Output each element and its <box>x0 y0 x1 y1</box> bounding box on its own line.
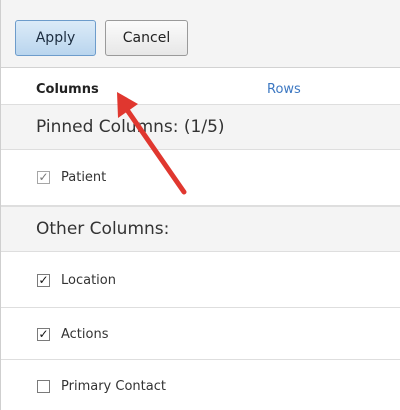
patient-label: Patient <box>61 170 107 185</box>
tab-bar: Columns Rows <box>1 68 400 104</box>
primary-contact-checkbox[interactable] <box>37 380 50 393</box>
column-chooser-panel: Apply Cancel Columns Rows Pinned Columns… <box>0 0 400 410</box>
column-row-location[interactable]: ✓ Location <box>1 252 400 308</box>
patient-checkbox[interactable]: ✓ <box>37 171 50 184</box>
tab-columns[interactable]: Columns <box>36 82 99 97</box>
location-label: Location <box>61 273 116 288</box>
column-row-actions[interactable]: ✓ Actions <box>1 308 400 360</box>
apply-button[interactable]: Apply <box>15 20 96 56</box>
primary-contact-label: Primary Contact <box>61 379 166 394</box>
actions-label: Actions <box>61 327 109 342</box>
location-checkbox[interactable]: ✓ <box>37 274 50 287</box>
other-columns-header: Other Columns: <box>1 206 400 252</box>
cancel-button[interactable]: Cancel <box>105 20 188 56</box>
actions-checkbox[interactable]: ✓ <box>37 328 50 341</box>
toolbar: Apply Cancel <box>1 0 400 68</box>
pinned-column-row-patient[interactable]: ✓ Patient <box>1 150 400 206</box>
pinned-columns-header: Pinned Columns: (1/5) <box>1 104 400 150</box>
column-row-primary-contact[interactable]: Primary Contact <box>1 360 400 410</box>
tab-rows[interactable]: Rows <box>267 82 301 97</box>
